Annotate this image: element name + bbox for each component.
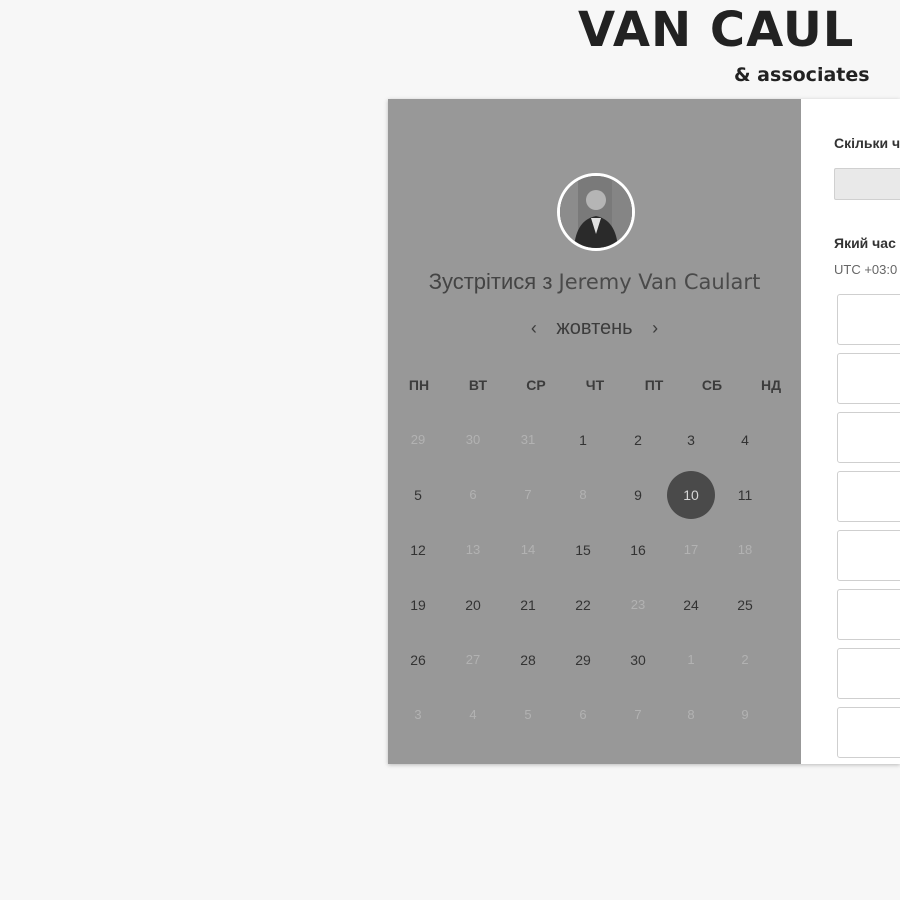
calendar-day: 17 [683, 542, 699, 557]
calendar-day: 23 [630, 597, 646, 612]
weekday-header: ЧТ [585, 377, 605, 393]
time-slot-button[interactable] [837, 294, 900, 345]
time-slot-button[interactable] [837, 589, 900, 640]
duration-label: Скільки ч [834, 135, 900, 151]
calendar-day[interactable]: 11 [722, 485, 768, 505]
calendar-day: 27 [465, 652, 481, 667]
calendar-day[interactable]: 16 [615, 540, 661, 560]
calendar-day: 18 [737, 542, 753, 557]
calendar-day: 6 [469, 487, 477, 502]
calendar-day[interactable]: 25 [722, 595, 768, 615]
calendar-day: 9 [741, 707, 749, 722]
calendar-day: 7 [524, 487, 532, 502]
brand-subtitle: & associates [734, 64, 870, 86]
calendar-day[interactable]: 4 [722, 430, 768, 450]
calendar-day: 1 [687, 652, 695, 667]
calendar-day[interactable]: 30 [615, 650, 661, 670]
calendar-day[interactable]: 22 [560, 595, 606, 615]
calendar-day[interactable]: 12 [395, 540, 441, 560]
time-slot-button[interactable] [837, 530, 900, 581]
calendar-day: 7 [634, 707, 642, 722]
brand-logo: VAN CAUL & associates [578, 2, 900, 94]
calendar-day: 31 [520, 432, 536, 447]
brand-name: VAN CAUL [578, 2, 855, 58]
weekday-header: ВТ [468, 377, 488, 393]
time-slot-button[interactable] [837, 648, 900, 699]
duration-select[interactable] [834, 168, 900, 200]
calendar-day[interactable]: 29 [560, 650, 606, 670]
weekday-header: СР [526, 377, 546, 393]
calendar-day: 5 [524, 707, 532, 722]
calendar-day[interactable]: 9 [615, 485, 661, 505]
calendar-day[interactable]: 5 [395, 485, 441, 505]
calendar-day: 2 [741, 652, 749, 667]
calendar-day[interactable]: 15 [560, 540, 606, 560]
weekday-header: ПН [408, 377, 430, 393]
calendar-day: 8 [687, 707, 695, 722]
calendar-day: 6 [579, 707, 587, 722]
calendar-day: 30 [465, 432, 481, 447]
time-selection-panel: Скільки ч Який час UTC +03:0 [801, 99, 900, 764]
weekday-header: СБ [701, 377, 723, 393]
calendar-day[interactable]: 28 [505, 650, 551, 670]
calendar-day[interactable]: 2 [615, 430, 661, 450]
calendar-day[interactable]: 26 [395, 650, 441, 670]
calendar-day-selected[interactable]: 10 [667, 471, 715, 519]
weekday-header: НД [760, 377, 782, 393]
calendar-day: 14 [520, 542, 536, 557]
time-slot-button[interactable] [837, 412, 900, 463]
weekday-header: ПТ [644, 377, 664, 393]
calendar-day: 8 [579, 487, 587, 502]
time-slot-button[interactable] [837, 353, 900, 404]
calendar-day[interactable]: 19 [395, 595, 441, 615]
calendar-day: 3 [414, 707, 422, 722]
calendar-day[interactable]: 21 [505, 595, 551, 615]
calendar-panel: Зустрітися з Jeremy Van Caulart ‹ жовтен… [388, 99, 801, 764]
time-slot-button[interactable] [837, 471, 900, 522]
timezone-label: UTC +03:0 [834, 262, 898, 277]
calendar-day[interactable]: 24 [668, 595, 714, 615]
calendar-day: 4 [469, 707, 477, 722]
calendar-day[interactable]: 3 [668, 430, 714, 450]
calendar-grid: ПН ВТ СР ЧТ ПТ СБ НД 29 30 31 1 2 3 4 5 6 7 8 9 10 11 12 13 14 1… [388, 99, 801, 764]
calendar-day[interactable]: 20 [450, 595, 496, 615]
calendar-day[interactable]: 1 [560, 430, 606, 450]
calendar-day: 29 [410, 432, 426, 447]
booking-card: Зустрітися з Jeremy Van Caulart ‹ жовтен… [388, 99, 900, 764]
calendar-day: 13 [465, 542, 481, 557]
time-label: Який час [834, 235, 896, 251]
time-slot-button[interactable] [837, 707, 900, 758]
